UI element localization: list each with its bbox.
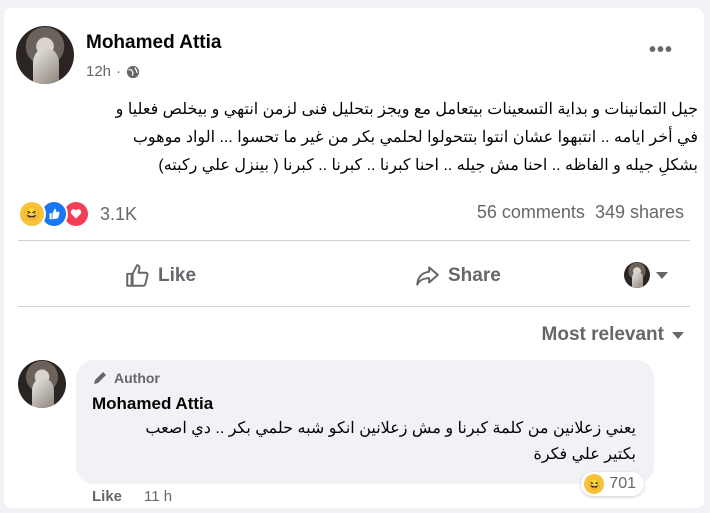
comment-like-button[interactable]: Like [92,488,122,505]
post-text-line: جيل التمانينات و بداية التسعينات بيتعامل… [115,101,698,118]
haha-icon: 😆 [584,474,605,494]
haha-icon: 😆 [18,200,46,228]
like-label: Like [158,265,197,286]
sort-label: Most relevant [541,324,664,345]
pencil-icon [94,372,106,384]
reactions-count[interactable]: 3.1K [100,204,137,225]
post-text-line: في أخر ايامه .. انتبهوا عشان انتوا بتتحو… [132,129,698,146]
post-text: جيل التمانينات و بداية التسعينات بيتعامل… [18,96,698,180]
comment-text-line: يعني زعلانين من كلمة كبرنا و مش زعلانين … [145,420,636,437]
chevron-down-icon [656,271,668,279]
shares-count[interactable]: 349 shares [595,202,684,223]
comment-reaction-count: 701 [609,475,636,492]
comment-bubble: Author Mohamed Attia يعني زعلانين من كلم… [76,360,654,496]
chevron-down-icon [672,331,684,339]
post-time[interactable]: 12h [86,63,111,80]
comment-time[interactable]: 11 h [144,488,172,505]
thumbs-up-icon [126,264,149,287]
divider [18,306,690,307]
engagement-counts: 56 comments 349 shares [477,202,684,223]
more-options-icon[interactable]: ••• [648,39,674,61]
post-author-name[interactable]: Mohamed Attia [86,32,221,54]
profile-avatar [624,262,650,288]
like-button[interactable]: Like [124,256,196,296]
comment-author-name[interactable]: Mohamed Attia [92,394,213,414]
author-avatar[interactable] [16,26,74,84]
meta-separator: · [116,63,122,80]
share-arrow-icon [416,266,439,286]
divider [18,240,690,241]
post-meta: 12h · [86,63,140,80]
reaction-summary[interactable]: 😆 3.1K [18,200,137,228]
comment-reaction-badge[interactable]: 😆 701 [581,472,644,496]
globe-icon[interactable] [126,65,140,79]
comment-actions: Like 11 h [92,488,172,505]
comment-text-line: بكتير علي فكرة [533,446,636,463]
comment-sort-dropdown[interactable]: Most relevant [542,324,684,346]
comment-author-avatar[interactable] [18,360,66,408]
comments-count[interactable]: 56 comments [477,202,585,223]
author-badge-label: Author [114,370,160,386]
share-label: Share [448,265,501,286]
post-text-line: بشكلِ جيله و الفاظه .. احنا مش جيله .. ا… [158,157,698,174]
author-badge: Author [92,370,160,386]
react-as-selector[interactable] [624,262,668,288]
comment-text: يعني زعلانين من كلمة كبرنا و مش زعلانين … [86,416,636,468]
post-card: Mohamed Attia 12h · ••• جيل التمانينات و… [4,8,704,508]
share-button[interactable]: Share [414,256,501,296]
